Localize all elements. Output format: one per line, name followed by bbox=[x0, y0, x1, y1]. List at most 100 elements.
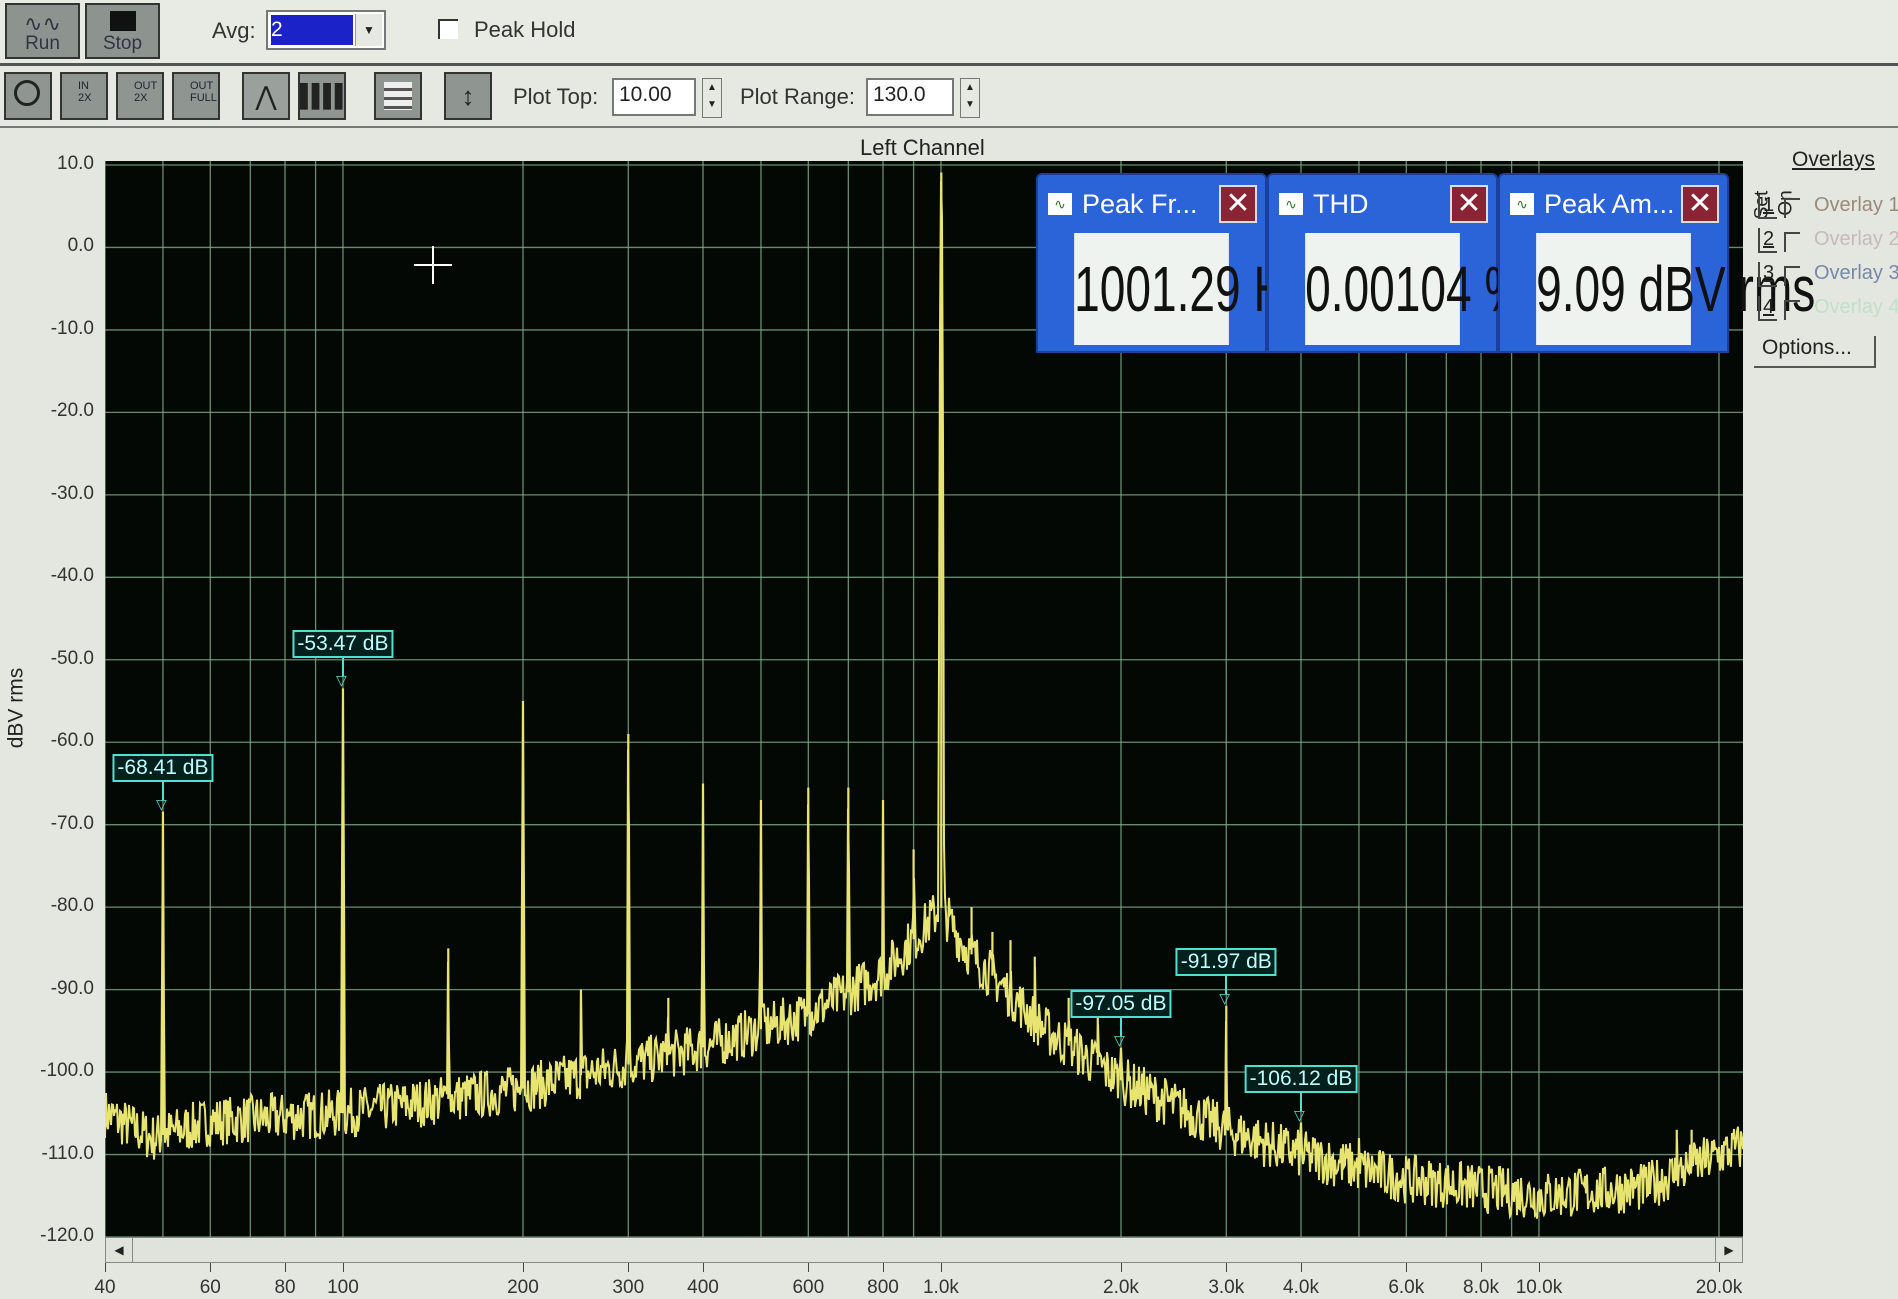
plot-range-spinner[interactable]: ▲ ▼ bbox=[960, 78, 980, 118]
plot-top-spinner[interactable]: ▲ ▼ bbox=[702, 78, 722, 118]
scroll-right-icon[interactable]: ▶ bbox=[1715, 1238, 1742, 1262]
overlay-label: Overlay 4 bbox=[1814, 296, 1898, 318]
x-tick-mark bbox=[342, 1262, 344, 1272]
overlays-title: Overlays bbox=[1792, 148, 1875, 171]
y-tick-label: -80.0 bbox=[50, 895, 94, 917]
line-graph-button[interactable]: ⋀ bbox=[242, 72, 290, 120]
peak-marker-label[interactable]: -106.12 dB bbox=[1244, 1064, 1358, 1093]
measurement-value: 1001.29 Hz bbox=[1074, 233, 1310, 345]
x-tick-label: 3.0k bbox=[1208, 1277, 1245, 1298]
measurement-title: THD bbox=[1313, 189, 1369, 219]
zoom-in-2x-icon: IN 2X bbox=[78, 80, 92, 104]
close-icon[interactable]: ✕ bbox=[1450, 185, 1488, 223]
vertical-arrow-icon: ↕ bbox=[461, 81, 475, 111]
chevron-down-icon: ▼ bbox=[355, 14, 382, 46]
x-tick-label: 10.0k bbox=[1515, 1277, 1563, 1298]
chart-title: Left Channel bbox=[860, 135, 985, 160]
x-tick-label: 40 bbox=[94, 1277, 116, 1298]
crosshair-cursor-vertical bbox=[432, 246, 434, 284]
y-tick-label: -70.0 bbox=[50, 812, 94, 834]
x-tick-mark bbox=[628, 1262, 630, 1272]
y-tick-label: -40.0 bbox=[50, 565, 94, 587]
x-tick-mark bbox=[105, 1262, 106, 1272]
autoscale-button[interactable]: ↕ bbox=[444, 72, 492, 120]
x-tick-label: 400 bbox=[687, 1277, 719, 1298]
y-tick-label: 10.0 bbox=[57, 153, 94, 174]
x-tick-mark bbox=[1406, 1262, 1408, 1272]
avg-value: 2 bbox=[271, 15, 353, 45]
y-tick-label: -10.0 bbox=[50, 317, 94, 339]
options-button[interactable]: Options... bbox=[1754, 336, 1876, 368]
overlay-on-checkbox[interactable] bbox=[1784, 266, 1800, 286]
overlay-on-checkbox[interactable] bbox=[1784, 232, 1800, 252]
y-tick-label: -100.0 bbox=[40, 1060, 94, 1082]
marker-triangle-icon: ▽ bbox=[1294, 1106, 1305, 1123]
run-button[interactable]: ∿∿ Run bbox=[5, 3, 80, 59]
x-tick-label: 4.0k bbox=[1283, 1277, 1319, 1298]
bar-graph-icon: ▌▌▌▌ bbox=[300, 83, 350, 108]
avg-label: Avg: bbox=[212, 18, 256, 43]
x-tick-label: 800 bbox=[867, 1277, 899, 1298]
measurement-window[interactable]: ∿ THD ✕ 0.00104 % bbox=[1267, 173, 1525, 353]
x-tick-mark bbox=[522, 1262, 524, 1272]
peak-marker-label[interactable]: -91.97 dB bbox=[1175, 947, 1277, 976]
overlay-set-button[interactable]: 1 bbox=[1758, 194, 1778, 219]
scroll-left-icon[interactable]: ◀ bbox=[106, 1238, 133, 1262]
line-peak-icon: ⋀ bbox=[255, 81, 277, 111]
peak-marker-label[interactable]: -68.41 dB bbox=[112, 753, 214, 782]
list-icon bbox=[384, 82, 412, 110]
overlay-on-checkbox[interactable] bbox=[1784, 198, 1800, 218]
x-tick-mark bbox=[285, 1262, 287, 1272]
x-tick-label: 1.0k bbox=[922, 1277, 959, 1298]
waveform-icon: ∿ bbox=[1510, 193, 1534, 215]
plot-toolbar: IN 2X OUT 2X OUT FULL ⋀ ▌▌▌▌ ↕ Plot Top: 10… bbox=[0, 66, 1898, 128]
stop-button[interactable]: Stop bbox=[85, 3, 160, 59]
zoom-in-2x-button[interactable]: IN 2X bbox=[60, 72, 108, 120]
zoom-out-full-button[interactable]: OUT FULL bbox=[172, 72, 220, 120]
overlay-set-button[interactable]: 4 bbox=[1758, 296, 1778, 321]
x-tick-label: 2.0k bbox=[1103, 1277, 1139, 1298]
legend-button[interactable] bbox=[374, 72, 422, 120]
x-tick-label: 6.0k bbox=[1388, 1277, 1425, 1298]
measurement-value: 9.09 dBV rms bbox=[1536, 233, 1815, 345]
y-tick-label: -60.0 bbox=[50, 730, 94, 752]
horizontal-scrollbar[interactable]: ◀ ▶ bbox=[105, 1237, 1743, 1263]
run-label: Run bbox=[25, 33, 60, 54]
x-tick-mark bbox=[1120, 1262, 1122, 1272]
plot-range-input[interactable]: 130.0 bbox=[866, 78, 954, 116]
x-tick-label: 600 bbox=[792, 1277, 825, 1298]
overlay-set-button[interactable]: 2 bbox=[1758, 228, 1778, 253]
x-tick-label: 200 bbox=[507, 1277, 539, 1298]
zoom-out-full-icon: OUT FULL bbox=[190, 80, 217, 104]
y-tick-label: -110.0 bbox=[41, 1142, 94, 1164]
bar-graph-button[interactable]: ▌▌▌▌ bbox=[298, 72, 350, 120]
peak-hold-label: Peak Hold bbox=[474, 17, 576, 42]
x-tick-label: 80 bbox=[274, 1277, 296, 1298]
overlay-set-button[interactable]: 3 bbox=[1758, 262, 1778, 287]
x-tick-label: 300 bbox=[612, 1277, 645, 1298]
marker-triangle-icon: ▽ bbox=[1219, 989, 1231, 1006]
stop-square-icon bbox=[110, 11, 136, 31]
x-tick-mark bbox=[1718, 1262, 1720, 1272]
peak-hold-checkbox[interactable] bbox=[438, 19, 458, 39]
x-tick-mark bbox=[940, 1262, 942, 1272]
measurement-window[interactable]: ∿ Peak Fr... ✕ 1001.29 Hz bbox=[1036, 173, 1310, 353]
y-tick-label: -120.0 bbox=[40, 1225, 94, 1246]
plot-top-input[interactable]: 10.00 bbox=[612, 78, 696, 116]
zoom-button[interactable] bbox=[4, 72, 52, 120]
magnifier-icon bbox=[14, 80, 40, 106]
peak-marker-label[interactable]: -97.05 dB bbox=[1070, 989, 1172, 1018]
measurement-window[interactable]: ∿ Peak Am... ✕ 9.09 dBV rms bbox=[1498, 173, 1815, 353]
peak-marker-label[interactable]: -53.47 dB bbox=[292, 630, 394, 659]
overlay-label: Overlay 1 bbox=[1814, 194, 1898, 216]
overlay-on-checkbox[interactable] bbox=[1784, 300, 1800, 320]
x-tick-label: 100 bbox=[327, 1277, 359, 1298]
close-icon[interactable]: ✕ bbox=[1219, 185, 1257, 223]
y-tick-label: -50.0 bbox=[50, 647, 94, 669]
x-tick-mark bbox=[1538, 1262, 1540, 1272]
zoom-out-2x-icon: OUT 2X bbox=[134, 80, 158, 104]
avg-select[interactable]: 2 ▼ bbox=[266, 10, 386, 50]
zoom-out-2x-button[interactable]: OUT 2X bbox=[116, 72, 164, 120]
close-icon[interactable]: ✕ bbox=[1681, 185, 1719, 223]
stop-label: Stop bbox=[102, 33, 143, 54]
